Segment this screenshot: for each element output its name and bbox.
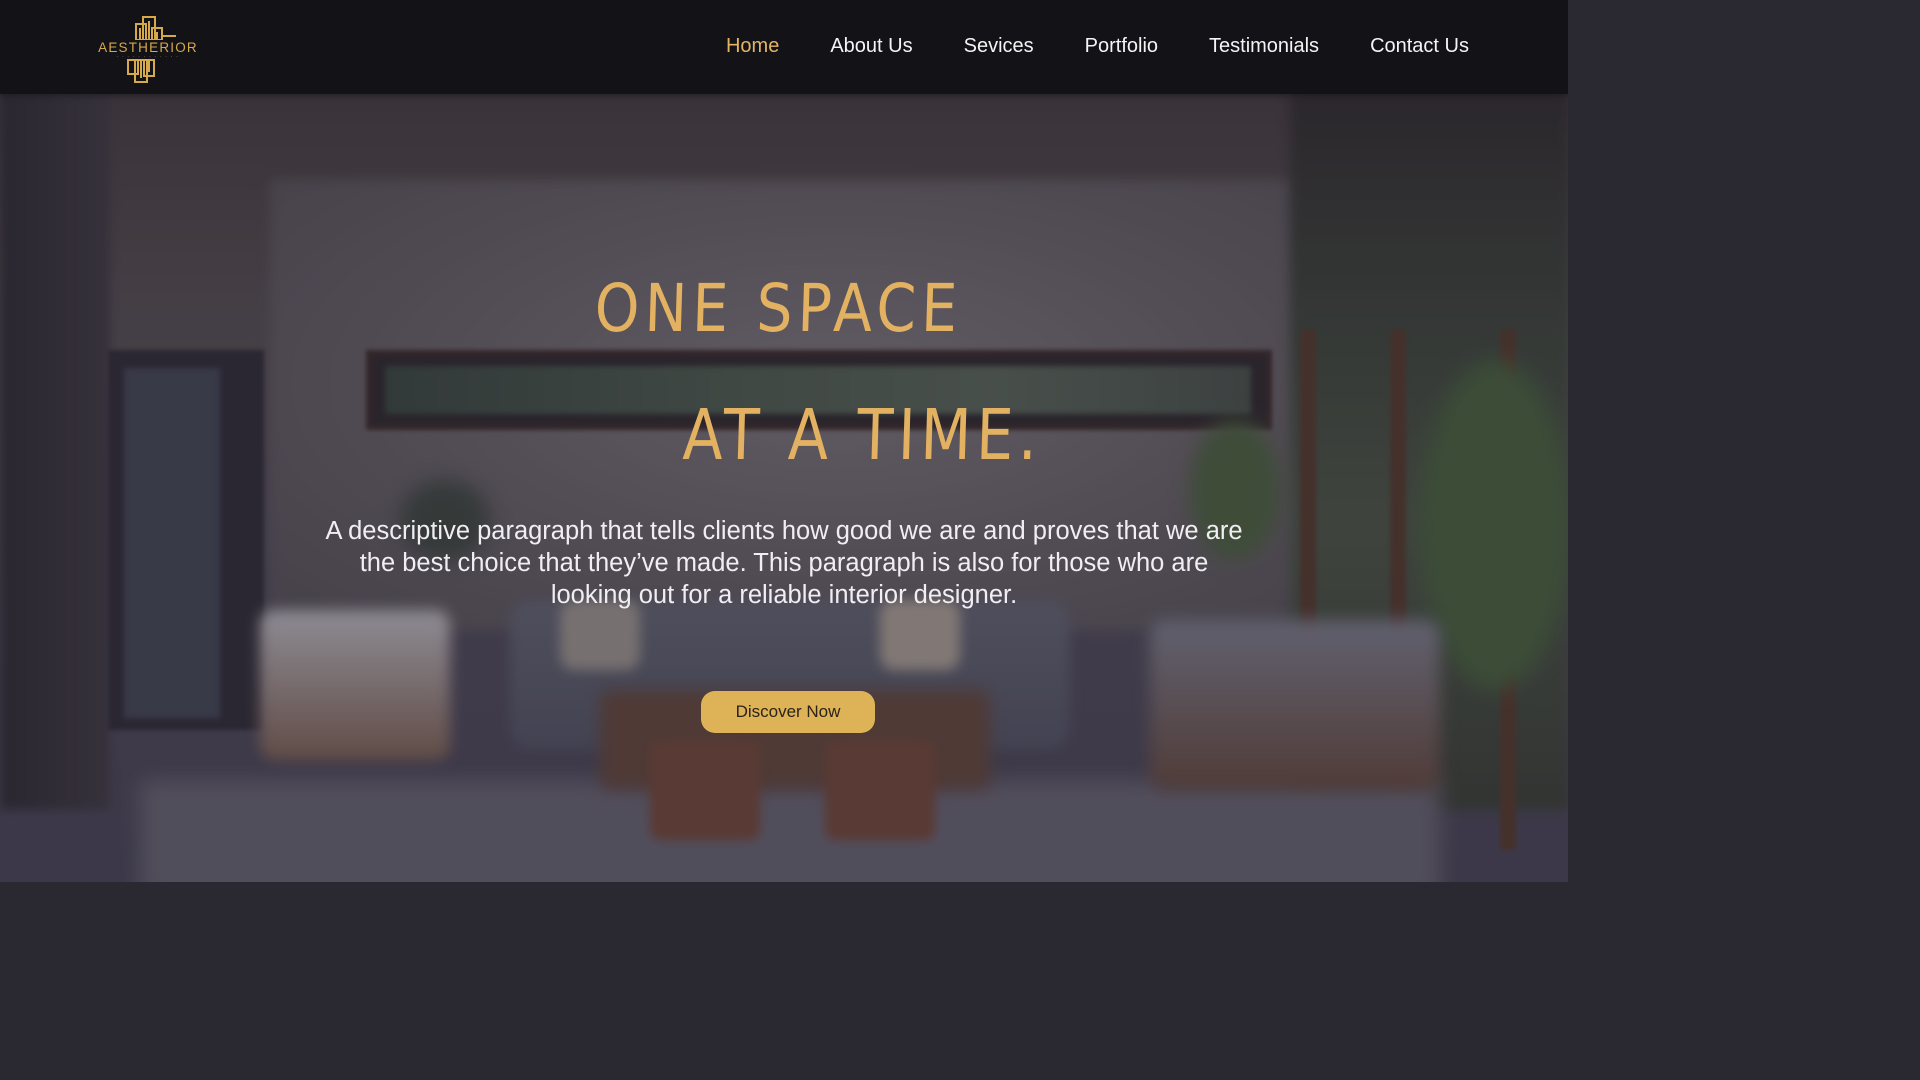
hero-headline-line-1: ONE SPACE [593, 270, 964, 347]
brand-logo[interactable]: ▪ ▪ ▪ ▪ ▪ ▪ ▪ ▪ ▪ ▪ ▪ ▪ AESTHERIOR [96, 14, 200, 86]
nav-contact-us[interactable]: Contact Us [1370, 30, 1469, 62]
hero-section: ONE SPACE AT A TIME. A descriptive parag… [0, 94, 1568, 882]
nav-home[interactable]: Home [726, 30, 779, 62]
nav-portfolio[interactable]: Portfolio [1085, 30, 1158, 62]
hero-description: A descriptive paragraph that tells clien… [325, 517, 1243, 609]
main-nav: Home About Us Sevices Portfolio Testimon… [675, 30, 1469, 62]
hero-headline-line-2: AT A TIME. [681, 394, 1044, 476]
nav-testimonials[interactable]: Testimonials [1209, 30, 1319, 62]
discover-now-button[interactable]: Discover Now [701, 691, 875, 733]
nav-services[interactable]: Sevices [964, 30, 1034, 62]
site-header: ▪ ▪ ▪ ▪ ▪ ▪ ▪ ▪ ▪ ▪ ▪ ▪ AESTHERIOR Home … [0, 0, 1568, 94]
brand-name: AESTHERIOR [98, 40, 198, 56]
landing-page: ▪ ▪ ▪ ▪ ▪ ▪ ▪ ▪ ▪ ▪ ▪ ▪ AESTHERIOR Home … [0, 0, 1568, 882]
nav-about-us[interactable]: About Us [830, 30, 912, 62]
